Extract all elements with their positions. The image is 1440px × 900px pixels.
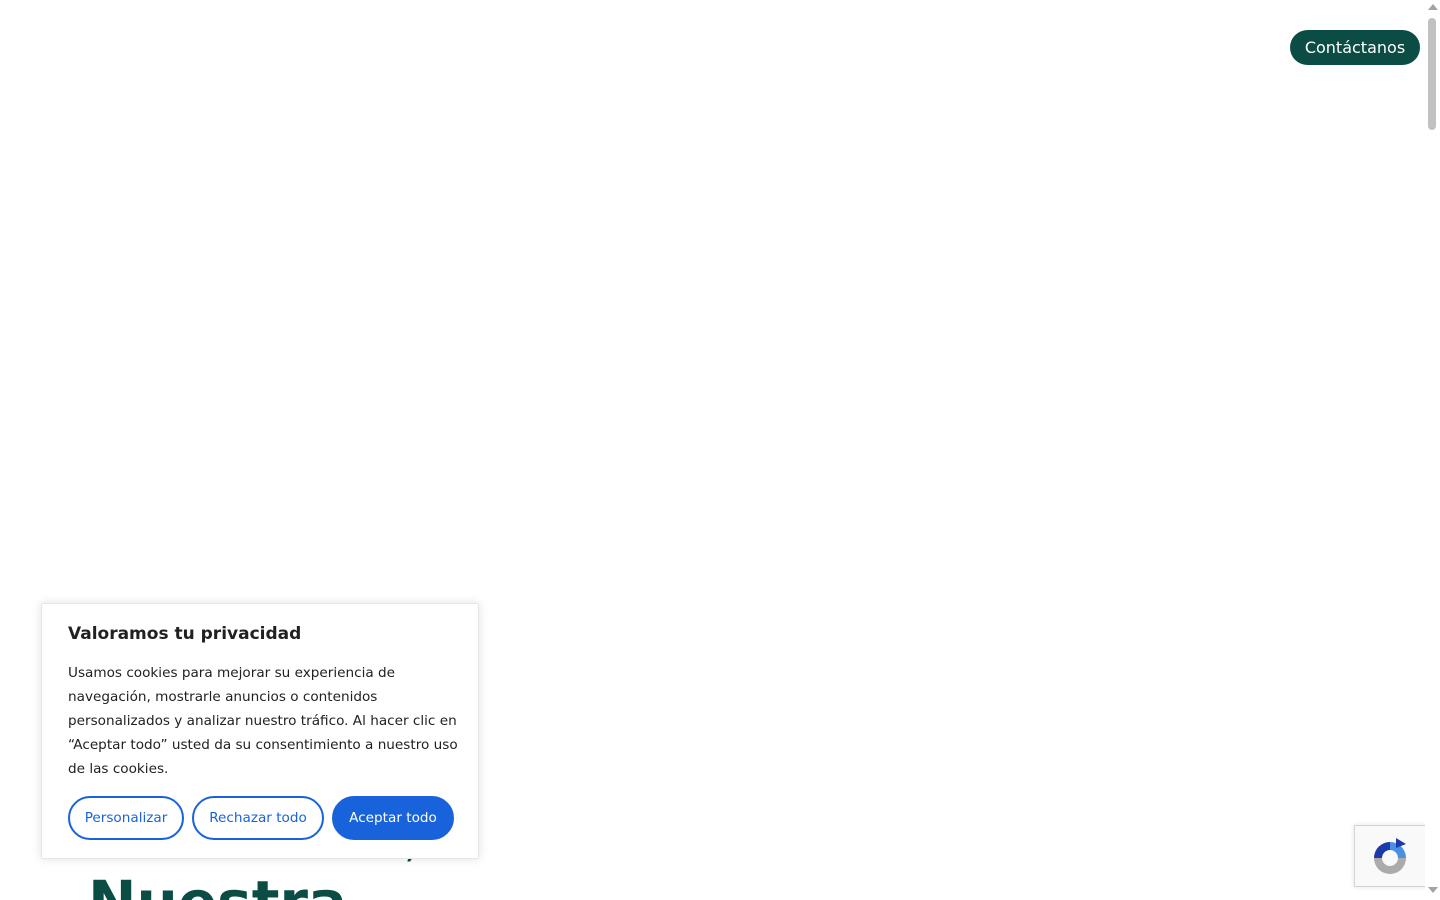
- scroll-up-arrow-icon[interactable]: [1428, 4, 1438, 10]
- scroll-thumb[interactable]: [1428, 18, 1436, 130]
- reject-all-cookies-button[interactable]: Rechazar todo: [192, 796, 324, 840]
- hero-heading-fragment: Nuestra: [88, 860, 448, 900]
- recaptcha-badge[interactable]: [1354, 825, 1428, 887]
- cookie-consent-banner: Valoramos tu privacidad Usamos cookies p…: [41, 603, 479, 859]
- hero-heading-text: Nuestra: [88, 862, 347, 900]
- recaptcha-logo-icon: [1374, 838, 1406, 874]
- customize-cookies-button[interactable]: Personalizar: [68, 796, 184, 840]
- page-scrollbar[interactable]: [1425, 0, 1440, 900]
- cookie-banner-description: Usamos cookies para mejorar su experienc…: [68, 665, 458, 777]
- scroll-down-arrow-icon[interactable]: [1428, 887, 1438, 893]
- contact-button[interactable]: Contáctanos: [1290, 30, 1420, 65]
- accept-all-cookies-button[interactable]: Aceptar todo: [332, 796, 454, 840]
- cookie-banner-title: Valoramos tu privacidad: [68, 624, 302, 644]
